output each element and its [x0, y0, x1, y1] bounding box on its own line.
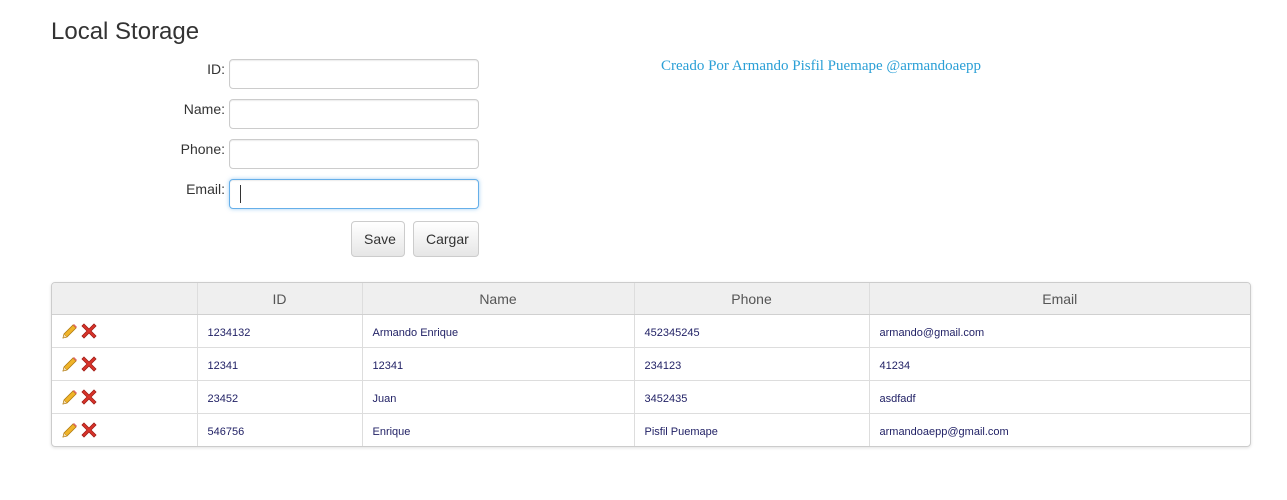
id-label: ID: — [207, 61, 225, 77]
data-grid: ID Name Phone Email 1234132 Armando Enri… — [51, 282, 1251, 447]
pencil-icon[interactable] — [61, 422, 78, 439]
cell-email: armandoaepp@gmail.com — [879, 426, 1009, 438]
cell-id: 12341 — [197, 347, 363, 381]
cell-name: Enrique — [362, 413, 635, 446]
row-actions — [52, 347, 198, 381]
name-input[interactable] — [229, 99, 479, 129]
row-actions — [52, 314, 198, 348]
cargar-button[interactable]: Cargar — [413, 221, 479, 257]
cell-email: armando@gmail.com — [869, 314, 1250, 348]
cell-phone: 234123 — [634, 347, 870, 381]
cell-email: 41234 — [869, 347, 1250, 381]
phone-label: Phone: — [180, 141, 225, 157]
table-row: 1234132 Armando Enrique 452345245 armand… — [52, 314, 1250, 348]
cell-name: Armando Enrique — [362, 314, 635, 348]
page: Local Storage ID: Name: Phone: Email: Sa… — [0, 0, 1287, 500]
phone-input[interactable] — [229, 139, 479, 169]
email-label: Email: — [186, 181, 225, 197]
text-caret — [240, 185, 241, 203]
pencil-icon[interactable] — [61, 323, 78, 340]
form-row-email: Email: — [140, 179, 485, 210]
form-row-name: Name: — [140, 99, 485, 130]
row-actions — [52, 380, 198, 414]
data-table: ID Name Phone Email 1234132 Armando Enri… — [52, 283, 1250, 446]
column-header-phone[interactable]: Phone — [634, 283, 870, 315]
delete-x-icon[interactable] — [81, 422, 97, 438]
cell-phone: 452345245 — [634, 314, 870, 348]
cell-name: 12341 — [362, 347, 635, 381]
delete-x-icon[interactable] — [81, 323, 97, 339]
row-actions — [52, 413, 198, 446]
cell-email: asdfadf — [869, 380, 1250, 414]
cell-id: 23452 — [197, 380, 363, 414]
name-label: Name: — [183, 101, 225, 117]
pencil-icon[interactable] — [61, 356, 78, 373]
email-input[interactable] — [229, 179, 479, 209]
pencil-icon[interactable] — [61, 389, 78, 406]
save-button[interactable]: Save — [351, 221, 405, 257]
table-header-row: ID Name Phone Email — [52, 283, 1250, 315]
cell-phone: 3452435 — [634, 380, 870, 414]
form-row-id: ID: — [140, 59, 485, 90]
delete-x-icon[interactable] — [81, 356, 97, 372]
column-header-actions — [52, 283, 198, 315]
credit-link[interactable]: Creado Por Armando Pisfil Puemape @arman… — [661, 58, 981, 75]
cell-name: Juan — [362, 380, 635, 414]
cell-phone: Pisfil Puemape — [634, 413, 870, 446]
cell-id: 546756 — [197, 413, 363, 446]
delete-x-icon[interactable] — [81, 389, 97, 405]
form-row-phone: Phone: — [140, 139, 485, 170]
page-title: Local Storage — [51, 18, 200, 45]
column-header-name[interactable]: Name — [362, 283, 635, 315]
cell-id: 1234132 — [197, 314, 363, 348]
id-input[interactable] — [229, 59, 479, 89]
column-header-id[interactable]: ID — [197, 283, 363, 315]
column-header-email[interactable]: Email — [869, 283, 1250, 315]
table-row: 12341 12341 234123 41234 — [52, 347, 1250, 381]
table-row: 23452 Juan 3452435 asdfadf — [52, 380, 1250, 414]
table-row: 546756 Enrique Pisfil Puemape armandoaep… — [52, 413, 1250, 446]
